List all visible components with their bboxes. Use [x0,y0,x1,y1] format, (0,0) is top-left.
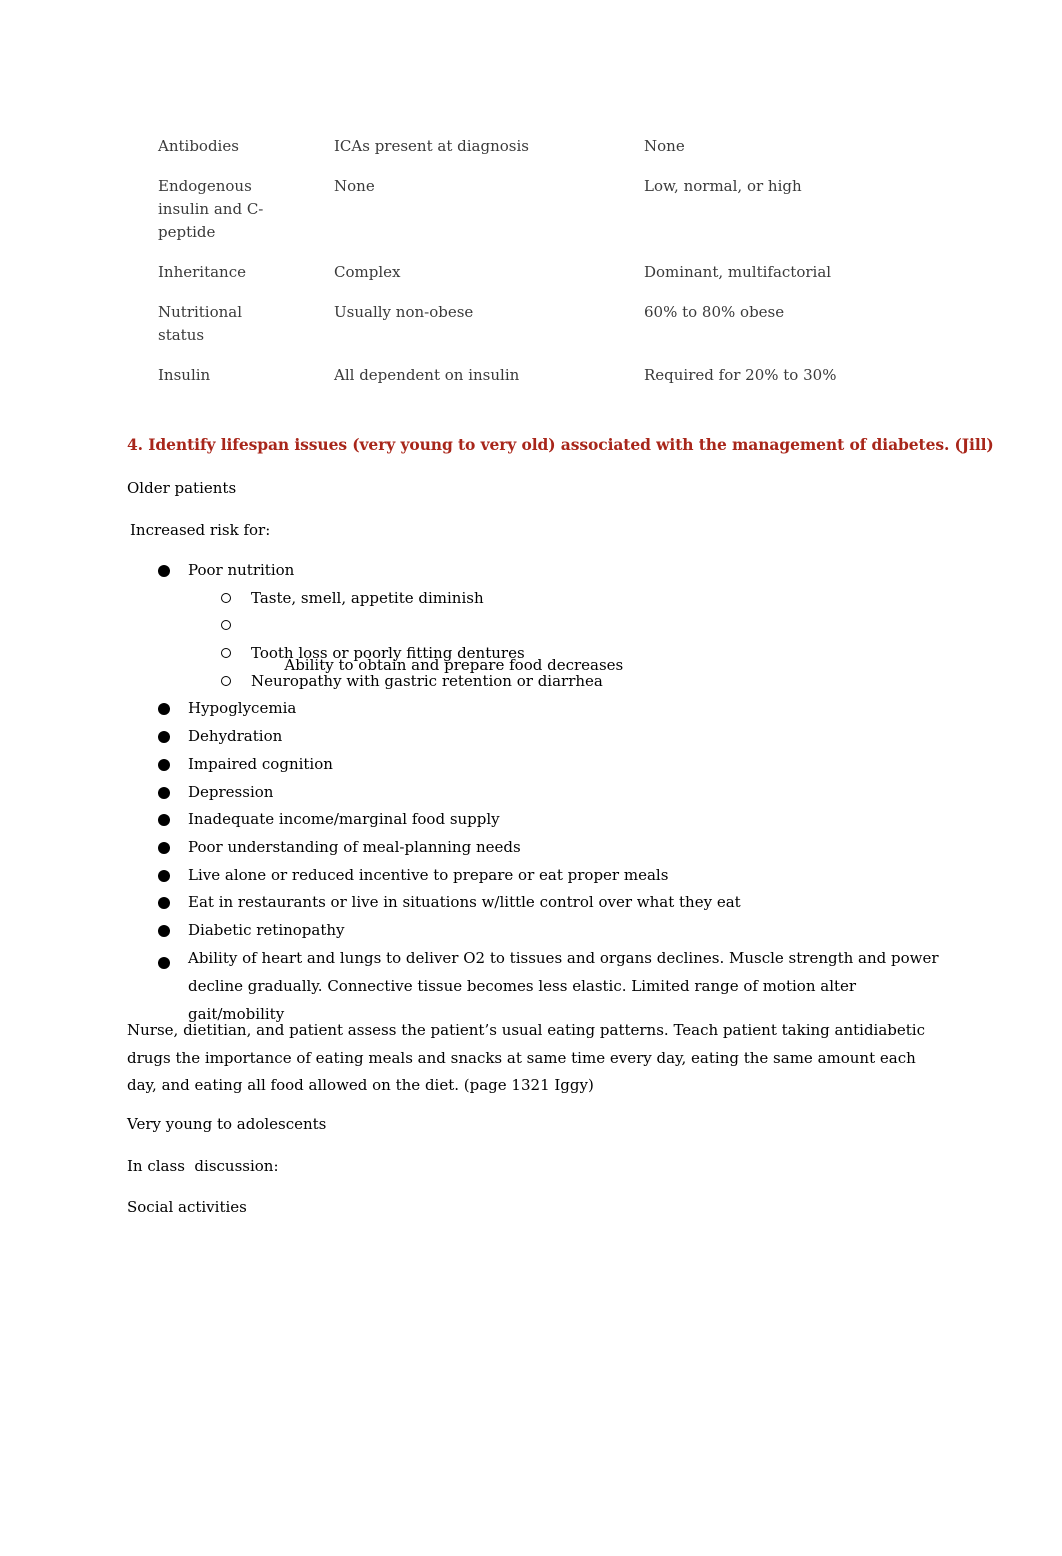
list-item: Hypoglycemia [158,698,948,726]
type2-cell: None [644,135,878,158]
list-item-text: Hypoglycemia [188,699,297,718]
cell-text: ICAs present at diagnosis [334,137,529,155]
cell-text: status [158,326,205,344]
cell-text: Low, normal, or high [644,177,802,195]
cell-text: insulin and C- [158,200,264,218]
cell-text: 60% to 80% obese [644,303,785,321]
list-item: Live alone or reduced incentive to prepa… [158,865,948,893]
table-row: Inheritance Complex Dominant, multifacto… [158,261,878,284]
row-label: Antibodies [158,135,334,158]
list-item-text: Diabetic retinopathy [188,920,345,939]
list-item-text: Inadequate income/marginal food supply [188,810,500,829]
type2-cell: Required for 20% to 30% [644,364,878,387]
list-item: Poor nutrition [158,560,948,588]
eating-patterns-paragraph: Nurse, dietitian, and patient assess the… [127,1021,925,1094]
cell-text: None [334,177,375,195]
row-label: Insulin [158,364,334,387]
list-item-text: Dehydration [188,727,283,746]
list-item-text: Tooth loss or poorly fitting dentures [251,644,525,663]
type2-cell: Low, normal, or high [644,175,878,244]
hollow-bullet-icon [221,648,231,659]
cell-text: Antibodies [158,137,239,155]
table-row: Endogenous insulin and C- peptide None L… [158,175,878,244]
type2-cell: Dominant, multifactorial [644,261,878,284]
bullet-icon [158,869,170,882]
list-item: Depression [158,782,948,810]
social-activities-label: Social activities [127,1198,247,1216]
diabetes-comparison-table: Antibodies ICAs present at diagnosis Non… [158,135,878,404]
bullet-icon [158,758,170,771]
list-item-text: Eat in restaurants or live in situations… [188,893,741,912]
list-item: Impaired cognition [158,754,948,782]
document-page: Antibodies ICAs present at diagnosis Non… [0,0,1062,1556]
bullet-icon [158,786,170,799]
table-row: Insulin All dependent on insulin Require… [158,364,878,387]
list-item: Eat in restaurants or live in situations… [158,892,948,920]
list-item-text: Poor nutrition [188,561,295,579]
increased-risk-label: Increased risk for: [130,521,271,539]
cell-text: Insulin [158,366,211,384]
bullet-icon [158,956,170,969]
section-heading: 4. Identify lifespan issues (very young … [127,435,994,454]
sub-list-item: Ability to obtain and prepare food decre… [158,615,948,674]
hollow-bullet-icon [221,592,231,603]
bullet-icon [158,565,170,577]
cell-text: None [644,137,685,155]
type2-cell: 60% to 80% obese [644,301,878,347]
in-class-label: In class discussion: [127,1157,279,1175]
sub-list-item: Tooth loss or poorly fitting dentures [158,643,948,671]
table-row: Antibodies ICAs present at diagnosis Non… [158,135,878,158]
bullet-icon [158,924,170,937]
row-label: Inheritance [158,261,334,284]
list-item: Poor understanding of meal-planning need… [158,837,948,865]
list-item-text: Depression [188,782,274,801]
cell-text: All dependent on insulin [334,366,520,384]
older-patients-label: Older patients [127,479,237,497]
list-item-text: Poor understanding of meal-planning need… [188,837,521,856]
type1-cell: Complex [334,261,644,284]
type1-cell: None [334,175,644,244]
bullet-icon [158,731,170,744]
list-item: Dehydration [158,726,948,754]
table-row: Nutritional status Usually non-obese 60%… [158,301,878,347]
list-item-text: Live alone or reduced incentive to prepa… [188,865,669,884]
cell-text: Nutritional [158,303,243,321]
bullet-icon [158,814,170,827]
cell-text: Required for 20% to 30% [644,366,837,384]
list-item-text: Neuropathy with gastric retention or dia… [251,671,603,690]
cell-text: Endogenous [158,177,252,195]
type1-cell: All dependent on insulin [334,364,644,387]
list-item-text: Impaired cognition [188,754,333,773]
row-label: Endogenous insulin and C- peptide [158,175,334,244]
cell-text: Inheritance [158,263,247,281]
bullet-icon [158,841,170,854]
bullet-icon [158,897,170,910]
cell-text: Usually non-obese [334,303,474,321]
hollow-bullet-icon [221,675,231,686]
very-young-label: Very young to adolescents [127,1115,327,1133]
bullet-icon [158,703,170,716]
cell-text: Complex [334,263,401,281]
hollow-bullet-icon [221,620,231,631]
list-item-text: Taste, smell, appetite diminish [251,588,484,607]
sub-list-item: Taste, smell, appetite diminish [158,588,948,616]
risk-list: Poor nutrition Taste, smell, appetite di… [158,560,948,1032]
type1-cell: ICAs present at diagnosis [334,135,644,158]
list-item: Inadequate income/marginal food supply [158,809,948,837]
cell-text: peptide [158,223,216,241]
sub-list-item: Neuropathy with gastric retention or dia… [158,671,948,699]
cell-text: Dominant, multifactorial [644,263,832,281]
list-item-text: Ability of heart and lungs to deliver O2… [188,948,939,1023]
type1-cell: Usually non-obese [334,301,644,347]
row-label: Nutritional status [158,301,334,347]
